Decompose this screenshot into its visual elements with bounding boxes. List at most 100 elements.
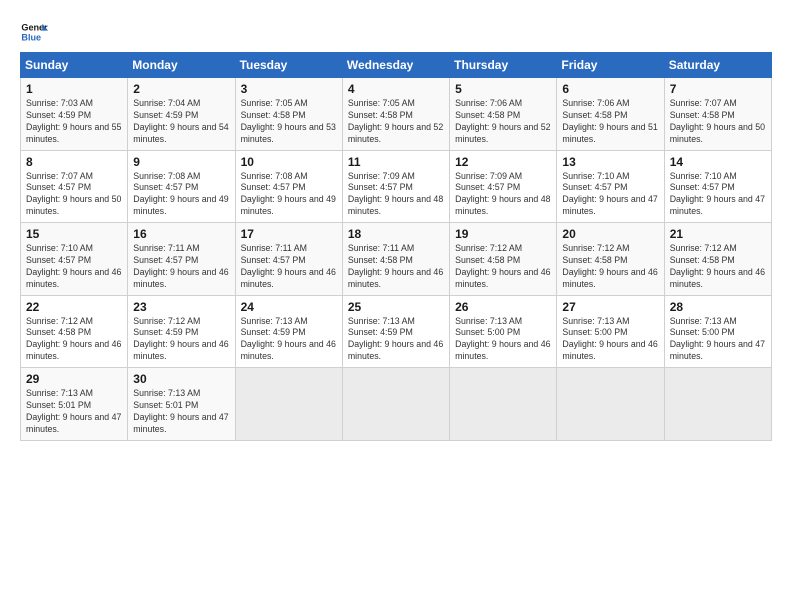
calendar-cell: 21 Sunrise: 7:12 AM Sunset: 4:58 PM Dayl…: [664, 223, 771, 296]
calendar-cell: 11 Sunrise: 7:09 AM Sunset: 4:57 PM Dayl…: [342, 150, 449, 223]
daylight-label: Daylight: 9 hours and 50 minutes.: [670, 122, 765, 144]
calendar-cell: [235, 368, 342, 441]
sunrise-label: Sunrise: 7:13 AM: [26, 388, 93, 398]
sunrise-label: Sunrise: 7:09 AM: [348, 171, 415, 181]
sunset-label: Sunset: 4:58 PM: [562, 255, 627, 265]
day-info: Sunrise: 7:08 AM Sunset: 4:57 PM Dayligh…: [241, 171, 337, 219]
sunset-label: Sunset: 5:00 PM: [455, 327, 520, 337]
calendar-cell: 15 Sunrise: 7:10 AM Sunset: 4:57 PM Dayl…: [21, 223, 128, 296]
calendar-cell: [664, 368, 771, 441]
daylight-label: Daylight: 9 hours and 47 minutes.: [670, 339, 765, 361]
daylight-label: Daylight: 9 hours and 47 minutes.: [670, 194, 765, 216]
sunrise-label: Sunrise: 7:06 AM: [562, 98, 629, 108]
sunrise-label: Sunrise: 7:12 AM: [26, 316, 93, 326]
sunset-label: Sunset: 4:57 PM: [241, 255, 306, 265]
calendar-cell: 29 Sunrise: 7:13 AM Sunset: 5:01 PM Dayl…: [21, 368, 128, 441]
sunrise-label: Sunrise: 7:07 AM: [670, 98, 737, 108]
day-info: Sunrise: 7:13 AM Sunset: 5:00 PM Dayligh…: [670, 316, 766, 364]
calendar-cell: 2 Sunrise: 7:04 AM Sunset: 4:59 PM Dayli…: [128, 78, 235, 151]
calendar-cell: 14 Sunrise: 7:10 AM Sunset: 4:57 PM Dayl…: [664, 150, 771, 223]
day-number: 2: [133, 82, 229, 96]
sunset-label: Sunset: 4:57 PM: [26, 182, 91, 192]
calendar-cell: [342, 368, 449, 441]
sunset-label: Sunset: 4:57 PM: [26, 255, 91, 265]
daylight-label: Daylight: 9 hours and 46 minutes.: [241, 339, 336, 361]
daylight-label: Daylight: 9 hours and 49 minutes.: [133, 194, 228, 216]
sunset-label: Sunset: 4:58 PM: [455, 255, 520, 265]
day-info: Sunrise: 7:10 AM Sunset: 4:57 PM Dayligh…: [670, 171, 766, 219]
logo: General Blue: [20, 18, 52, 46]
daylight-label: Daylight: 9 hours and 47 minutes.: [133, 412, 228, 434]
sunset-label: Sunset: 4:57 PM: [348, 182, 413, 192]
day-info: Sunrise: 7:13 AM Sunset: 5:01 PM Dayligh…: [26, 388, 122, 436]
day-info: Sunrise: 7:13 AM Sunset: 5:00 PM Dayligh…: [455, 316, 551, 364]
day-number: 29: [26, 372, 122, 386]
day-info: Sunrise: 7:11 AM Sunset: 4:57 PM Dayligh…: [133, 243, 229, 291]
calendar-cell: 18 Sunrise: 7:11 AM Sunset: 4:58 PM Dayl…: [342, 223, 449, 296]
sunset-label: Sunset: 4:57 PM: [455, 182, 520, 192]
calendar-cell: 19 Sunrise: 7:12 AM Sunset: 4:58 PM Dayl…: [450, 223, 557, 296]
day-info: Sunrise: 7:09 AM Sunset: 4:57 PM Dayligh…: [348, 171, 444, 219]
daylight-label: Daylight: 9 hours and 46 minutes.: [562, 267, 657, 289]
daylight-label: Daylight: 9 hours and 46 minutes.: [241, 267, 336, 289]
sunset-label: Sunset: 4:58 PM: [562, 110, 627, 120]
day-number: 27: [562, 300, 658, 314]
sunset-label: Sunset: 5:00 PM: [670, 327, 735, 337]
calendar-cell: 30 Sunrise: 7:13 AM Sunset: 5:01 PM Dayl…: [128, 368, 235, 441]
sunset-label: Sunset: 4:57 PM: [133, 255, 198, 265]
calendar-cell: 1 Sunrise: 7:03 AM Sunset: 4:59 PM Dayli…: [21, 78, 128, 151]
day-number: 28: [670, 300, 766, 314]
day-number: 18: [348, 227, 444, 241]
calendar-cell: 8 Sunrise: 7:07 AM Sunset: 4:57 PM Dayli…: [21, 150, 128, 223]
day-number: 9: [133, 155, 229, 169]
sunset-label: Sunset: 4:58 PM: [26, 327, 91, 337]
day-number: 5: [455, 82, 551, 96]
day-number: 14: [670, 155, 766, 169]
day-info: Sunrise: 7:12 AM Sunset: 4:59 PM Dayligh…: [133, 316, 229, 364]
daylight-label: Daylight: 9 hours and 46 minutes.: [133, 267, 228, 289]
sunrise-label: Sunrise: 7:13 AM: [241, 316, 308, 326]
day-number: 10: [241, 155, 337, 169]
calendar-cell: 7 Sunrise: 7:07 AM Sunset: 4:58 PM Dayli…: [664, 78, 771, 151]
daylight-label: Daylight: 9 hours and 53 minutes.: [241, 122, 336, 144]
sunset-label: Sunset: 4:58 PM: [241, 110, 306, 120]
day-number: 21: [670, 227, 766, 241]
calendar-header-saturday: Saturday: [664, 53, 771, 78]
calendar-table: SundayMondayTuesdayWednesdayThursdayFrid…: [20, 52, 772, 441]
sunrise-label: Sunrise: 7:10 AM: [26, 243, 93, 253]
daylight-label: Daylight: 9 hours and 46 minutes.: [455, 339, 550, 361]
daylight-label: Daylight: 9 hours and 46 minutes.: [562, 339, 657, 361]
calendar-cell: 3 Sunrise: 7:05 AM Sunset: 4:58 PM Dayli…: [235, 78, 342, 151]
calendar-cell: 26 Sunrise: 7:13 AM Sunset: 5:00 PM Dayl…: [450, 295, 557, 368]
day-info: Sunrise: 7:06 AM Sunset: 4:58 PM Dayligh…: [455, 98, 551, 146]
day-info: Sunrise: 7:12 AM Sunset: 4:58 PM Dayligh…: [26, 316, 122, 364]
sunrise-label: Sunrise: 7:13 AM: [455, 316, 522, 326]
day-number: 30: [133, 372, 229, 386]
sunrise-label: Sunrise: 7:11 AM: [133, 243, 199, 253]
calendar-cell: 25 Sunrise: 7:13 AM Sunset: 4:59 PM Dayl…: [342, 295, 449, 368]
calendar-cell: 5 Sunrise: 7:06 AM Sunset: 4:58 PM Dayli…: [450, 78, 557, 151]
daylight-label: Daylight: 9 hours and 51 minutes.: [562, 122, 657, 144]
sunrise-label: Sunrise: 7:10 AM: [562, 171, 629, 181]
day-number: 23: [133, 300, 229, 314]
calendar-cell: 12 Sunrise: 7:09 AM Sunset: 4:57 PM Dayl…: [450, 150, 557, 223]
daylight-label: Daylight: 9 hours and 48 minutes.: [348, 194, 443, 216]
day-info: Sunrise: 7:08 AM Sunset: 4:57 PM Dayligh…: [133, 171, 229, 219]
calendar-cell: 20 Sunrise: 7:12 AM Sunset: 4:58 PM Dayl…: [557, 223, 664, 296]
sunset-label: Sunset: 4:58 PM: [348, 110, 413, 120]
daylight-label: Daylight: 9 hours and 52 minutes.: [348, 122, 443, 144]
calendar-header-friday: Friday: [557, 53, 664, 78]
sunset-label: Sunset: 4:58 PM: [670, 255, 735, 265]
calendar-cell: 27 Sunrise: 7:13 AM Sunset: 5:00 PM Dayl…: [557, 295, 664, 368]
calendar-week-2: 15 Sunrise: 7:10 AM Sunset: 4:57 PM Dayl…: [21, 223, 772, 296]
day-number: 3: [241, 82, 337, 96]
calendar-cell: 16 Sunrise: 7:11 AM Sunset: 4:57 PM Dayl…: [128, 223, 235, 296]
daylight-label: Daylight: 9 hours and 47 minutes.: [26, 412, 121, 434]
daylight-label: Daylight: 9 hours and 46 minutes.: [455, 267, 550, 289]
calendar-cell: 13 Sunrise: 7:10 AM Sunset: 4:57 PM Dayl…: [557, 150, 664, 223]
day-number: 17: [241, 227, 337, 241]
day-info: Sunrise: 7:12 AM Sunset: 4:58 PM Dayligh…: [670, 243, 766, 291]
sunset-label: Sunset: 4:59 PM: [26, 110, 91, 120]
day-info: Sunrise: 7:13 AM Sunset: 5:00 PM Dayligh…: [562, 316, 658, 364]
day-info: Sunrise: 7:13 AM Sunset: 5:01 PM Dayligh…: [133, 388, 229, 436]
